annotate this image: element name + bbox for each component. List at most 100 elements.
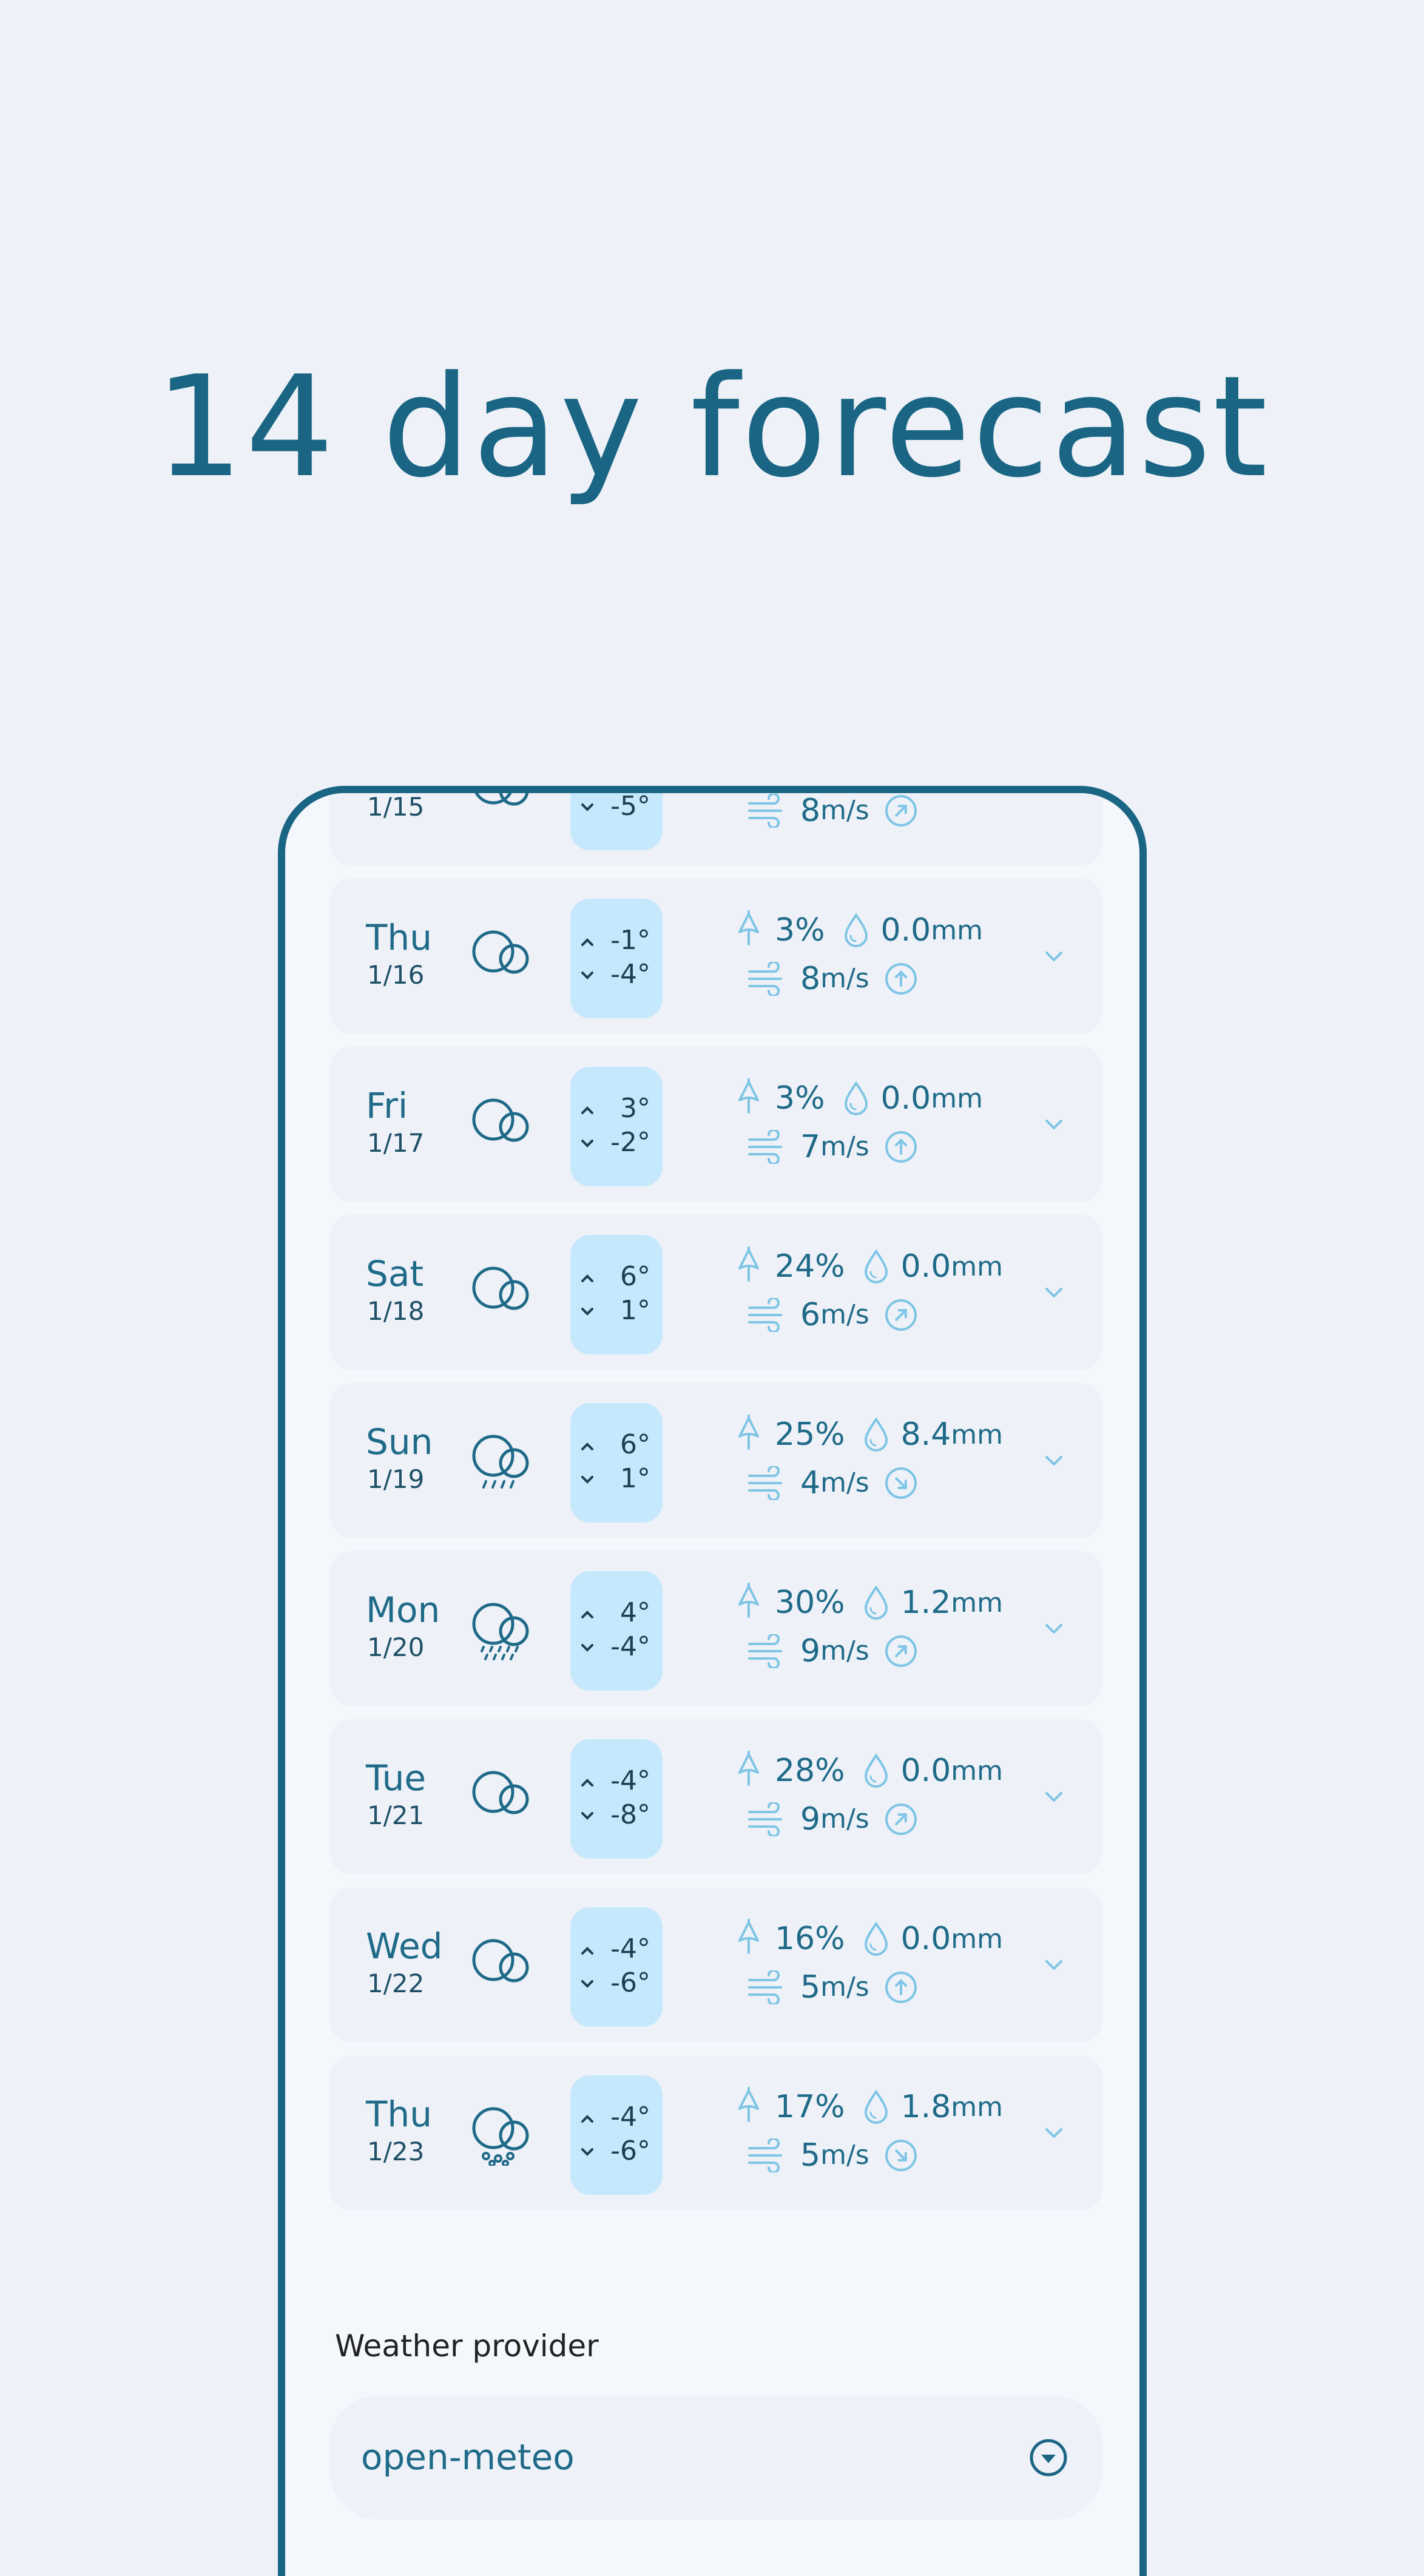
temp-low: -6° (610, 2135, 650, 2166)
wind: 7 m/s (747, 1124, 918, 1169)
day-date: 1/22 (367, 1969, 425, 1998)
temp-high: 3° (620, 1093, 650, 1124)
chevron-down-icon[interactable] (1042, 1282, 1066, 1302)
drop-icon (864, 1921, 888, 1956)
day-name: Wed (366, 1925, 443, 1967)
temp-high: 6° (620, 1429, 650, 1460)
wind-speed: 9 (800, 1632, 821, 1669)
dropdown-icon[interactable] (1028, 2438, 1068, 2478)
forecast-row[interactable]: Wed 1/22 -4° -6° 16% 0.0 mm 5 m/s (329, 1887, 1102, 2042)
wind: 8 m/s (747, 792, 918, 833)
temperature-chip: 6° 1° (570, 1403, 663, 1523)
precip-amount: 0.0 (900, 1248, 951, 1285)
chevron-down-icon[interactable] (1042, 945, 1066, 966)
temp-low: 1° (620, 1295, 650, 1326)
chevron-down-icon[interactable] (1042, 1114, 1066, 1134)
temp-high: -1° (610, 925, 650, 956)
rain-icon (472, 1435, 529, 1489)
day-date: 1/23 (367, 2137, 425, 2166)
temp-high: 4° (620, 1597, 650, 1628)
precip-probability: 24% (775, 1248, 845, 1285)
precip-amount: 1.2 (900, 1584, 951, 1621)
temp-low: -4° (610, 1631, 650, 1662)
forecast-row[interactable]: Mon 1/20 4° -4° 30% 1.2 mm 9 m/s (329, 1551, 1102, 1706)
precip-amount: 8.4 (900, 1416, 951, 1453)
day-date: 1/21 (367, 1800, 425, 1830)
low-caret-icon (581, 1476, 593, 1484)
north-arrow-icon (885, 962, 917, 995)
umbrella-icon (738, 1919, 759, 1954)
wind-unit: m/s (820, 1804, 869, 1834)
precip-amount: 0.0 (900, 1753, 951, 1789)
drop-icon (844, 1081, 868, 1115)
wind-icon (748, 1297, 782, 1332)
forecast-row[interactable]: Fri 1/17 3° -2° 3% 0.0 mm 7 m/s (329, 1047, 1102, 1202)
drop-icon (864, 1585, 888, 1620)
chevron-down-icon[interactable] (1042, 1618, 1066, 1638)
chevron-down-icon[interactable] (1042, 786, 1066, 798)
wind: 4 m/s (747, 1460, 918, 1506)
day-date: 1/17 (367, 1128, 425, 1158)
umbrella-icon (738, 2087, 759, 2122)
wind-speed: 4 (800, 1464, 821, 1501)
north-arrow-icon (885, 1131, 917, 1163)
forecast-row[interactable]: Thu 1/16 -1° -4° 3% 0.0 mm 8 m/s (329, 879, 1102, 1033)
precip-probability: 28% (775, 1753, 845, 1789)
forecast-row[interactable]: Tue 1/21 -4° -8° 28% 0.0 mm 9 m/s (329, 1719, 1102, 1874)
forecast-row[interactable]: Sun 1/19 6° 1° 25% 8.4 mm 4 m/s (329, 1383, 1102, 1538)
chevron-down-icon[interactable] (1042, 1786, 1066, 1807)
forecast-row[interactable]: Thu 1/23 -4° -6° 17% 1.8 mm 5 m/s (329, 2055, 1102, 2210)
wind-icon (748, 1129, 782, 1164)
temperature-chip: 3° -2° (570, 1067, 663, 1186)
drop-icon (844, 913, 868, 947)
southeast-arrow-icon (885, 1467, 917, 1499)
forecast-row[interactable]: Wed 1/15 -5° 8m/s (329, 786, 1102, 865)
temperature-chip: 6° 1° (570, 1235, 663, 1354)
precipitation: 24% 0.0 mm (736, 1245, 1003, 1288)
provider-label: Weather provider (335, 2328, 599, 2364)
wind-unit: m/s (820, 1131, 869, 1162)
day-name: Wed (366, 786, 442, 787)
precip-amount: 0.0 (880, 1080, 931, 1117)
chevron-down-icon[interactable] (1042, 1450, 1066, 1470)
day-name: Sat (366, 1253, 424, 1294)
wind-speed: 8 (800, 792, 821, 829)
precip-unit: mm (951, 1587, 1004, 1618)
northeast-arrow-icon (885, 1803, 917, 1835)
southeast-arrow-icon (885, 2139, 917, 2171)
low-caret-icon (581, 2148, 593, 2156)
high-caret-icon (581, 1947, 593, 1955)
wind: 5 m/s (747, 1964, 918, 2010)
temp-high: 6° (620, 1261, 650, 1292)
precip-probability: 3% (775, 912, 825, 948)
temp-low: -4° (610, 959, 650, 990)
temp-low: -5° (610, 791, 650, 822)
low-caret-icon (581, 972, 593, 979)
cloudy-icon (472, 1266, 529, 1310)
wind: 5 m/s (747, 2132, 918, 2178)
wind-unit: m/s (820, 795, 869, 826)
forecast-row[interactable]: Sat 1/18 6° 1° 24% 0.0 mm 6 m/s (329, 1215, 1102, 1370)
wind-unit: m/s (820, 963, 869, 994)
wind: 9 m/s (747, 1628, 918, 1674)
high-caret-icon (581, 1442, 593, 1450)
low-caret-icon (581, 1140, 593, 1148)
high-caret-icon (581, 1274, 593, 1282)
forecast-list[interactable]: Wed1/15-5°8m/sThu1/16-1°-4°3%0.0mm8m/sFr… (329, 786, 1102, 2223)
precip-probability: 30% (775, 1584, 845, 1621)
chevron-down-icon[interactable] (1042, 2122, 1066, 2143)
high-caret-icon (581, 1611, 593, 1618)
temp-low: -2° (610, 1127, 650, 1158)
provider-select[interactable]: open-meteo (329, 2395, 1102, 2520)
low-caret-icon (581, 1980, 593, 1988)
wind-icon (748, 1970, 782, 2004)
precipitation: 28% 0.0 mm (736, 1749, 1003, 1792)
temperature-chip: -4° -6° (570, 2075, 663, 2195)
precipitation: 16% 0.0 mm (736, 1918, 1003, 1960)
drop-icon (864, 2089, 888, 2124)
day-name: Sun (366, 1421, 433, 1462)
precip-unit: mm (951, 1251, 1004, 1282)
chevron-down-icon[interactable] (1042, 1954, 1066, 1975)
precip-probability: 3% (775, 1080, 825, 1117)
precip-unit: mm (951, 1419, 1004, 1450)
